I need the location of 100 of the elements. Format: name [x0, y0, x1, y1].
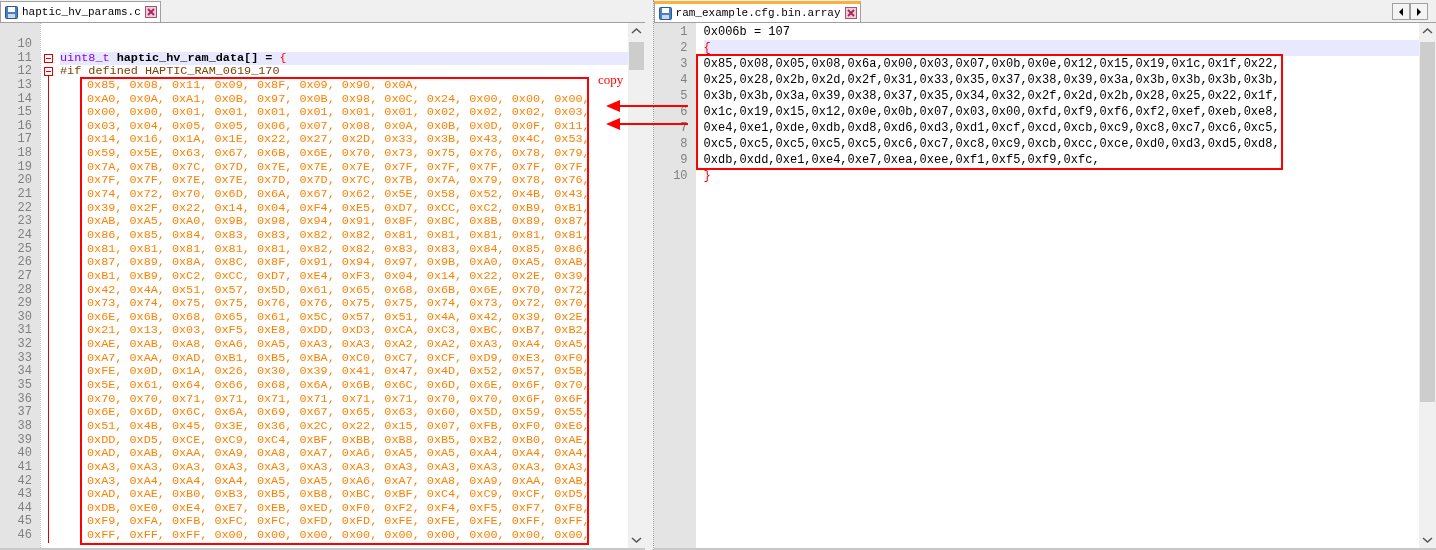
hex-line: 0xF9, 0xFA, 0xFB, 0xFC, 0xFC, 0xFD, 0xFD, 0xFE, 0xFE, 0xFE, 0xFF, 0xFF, [87, 515, 587, 530]
line-number: 35 [16, 379, 33, 393]
hex-line: 0x6E, 0x6D, 0x6C, 0x6A, 0x69, 0x67, 0x65, 0x63, 0x60, 0x5D, 0x59, 0x55, [87, 406, 587, 420]
hex-line: 0x87, 0x89, 0x8A, 0x8C, 0x8F, 0x91, 0x94, 0x97, 0x9B, 0xA0, 0xA5, 0xAB, [87, 256, 587, 270]
hex-line: 0x3b,0x3b,0x3a,0x39,0x38,0x37,0x35,0x34,0x32,0x2f,0x2d,0x2b,0x28,0x25,0x22,0x1f, [703, 88, 1281, 104]
line-number: 12 [16, 65, 33, 79]
line-number: 10 [16, 38, 33, 52]
hex-line: 0xAD, 0xAB, 0xAA, 0xA9, 0xA8, 0xA7, 0xA6, 0xA5, 0xA5, 0xA4, 0xA4, 0xA4, [87, 447, 587, 461]
scroll-right-button[interactable] [1410, 3, 1428, 20]
hex-line: 0xAB, 0xA5, 0xA0, 0x9B, 0x98, 0x94, 0x91, 0x8F, 0x8C, 0x8B, 0x89, 0x87, [87, 215, 587, 229]
line-number: 17 [16, 133, 33, 147]
line-number: 10 [672, 168, 689, 184]
close-icon[interactable] [144, 6, 157, 18]
scroll-thumb[interactable] [628, 42, 644, 70]
hex-line: 0xAD, 0xAE, 0xB0, 0xB3, 0xB5, 0xB8, 0xBC, 0xBF, 0xC4, 0xC9, 0xCF, 0xD5, [87, 488, 587, 502]
hex-line: 0x1c,0x19,0x15,0x12,0x0e,0x0b,0x07,0x03,0x00,0xfd,0xf9,0xf6,0xf2,0xef,0xeb,0xe8, [703, 104, 1281, 120]
file-tab[interactable]: ram_example.cfg.bin.array [653, 1, 861, 22]
hex-line: 0x03, 0x04, 0x05, 0x05, 0x06, 0x07, 0x08, 0x0A, 0x0B, 0x0D, 0x0F, 0x11, [87, 119, 587, 134]
annotation-label: copy [598, 72, 624, 88]
line-number: 13 [16, 78, 33, 93]
right-arrow-icon [1416, 7, 1422, 16]
hex-line: 0xFF, 0xFF, 0xFF, 0x00, 0x00, 0x00, 0x00, 0x00, 0x00, 0x00, 0x00, 0x00, [87, 529, 587, 543]
line-number: 38 [16, 419, 33, 434]
hex-line: 0x21, 0x13, 0x03, 0xF5, 0xE8, 0xDD, 0xD3, 0xCA, 0xC3, 0xBC, 0xB7, 0xB2, [87, 324, 587, 339]
line-number: 41 [16, 460, 33, 475]
code-line: } [703, 168, 712, 184]
line-number: 2 [679, 40, 689, 56]
hex-line: 0x6E, 0x6B, 0x68, 0x65, 0x61, 0x5C, 0x57, 0x51, 0x4A, 0x42, 0x39, 0x2E, [87, 310, 587, 325]
line-number: 22 [16, 201, 33, 215]
hex-line: 0x86, 0x85, 0x84, 0x83, 0x83, 0x82, 0x82, 0x81, 0x81, 0x81, 0x81, 0x81, [87, 228, 587, 243]
line-number: 46 [16, 529, 33, 543]
hex-line: 0x00, 0x00, 0x01, 0x01, 0x01, 0x01, 0x01, 0x01, 0x02, 0x02, 0x02, 0x03, [87, 106, 587, 120]
line-number: 5 [679, 88, 689, 104]
scrollbar[interactable] [627, 23, 645, 548]
hex-line: 0xA3, 0xA3, 0xA3, 0xA3, 0xA3, 0xA3, 0xA3, 0xA3, 0xA3, 0xA3, 0xA3, 0xA3, [87, 460, 587, 475]
line-number: 31 [16, 324, 33, 338]
hex-line: 0x81, 0x81, 0x81, 0x81, 0x81, 0x82, 0x82, 0x83, 0x83, 0x84, 0x85, 0x86, [87, 242, 587, 257]
hex-line: 0xA7, 0xAA, 0xAD, 0xB1, 0xB5, 0xBA, 0xC0, 0xC7, 0xCF, 0xD9, 0xE3, 0xF0, [87, 351, 587, 366]
line-number: 18 [16, 147, 33, 161]
hex-line: 0xAE, 0xAB, 0xA8, 0xA6, 0xA5, 0xA3, 0xA3, 0xA2, 0xA2, 0xA3, 0xA4, 0xA5, [87, 338, 587, 352]
hex-line: 0x7F, 0x7F, 0x7E, 0x7E, 0x7D, 0x7D, 0x7C, 0x7B, 0x7A, 0x79, 0x78, 0x76, [87, 174, 587, 189]
arrow-icon [606, 118, 689, 130]
line-number: 42 [16, 474, 33, 488]
hex-line: 0x73, 0x74, 0x75, 0x75, 0x76, 0x76, 0x75, 0x75, 0x74, 0x73, 0x72, 0x70, [87, 297, 587, 311]
line-number: 45 [16, 515, 33, 529]
save-icon [658, 6, 672, 20]
line-number: 43 [16, 488, 33, 502]
line-number: 39 [16, 433, 33, 447]
line-number: 19 [16, 160, 33, 174]
line-number: 9 [679, 152, 689, 168]
line-number: 4 [679, 72, 689, 88]
line-number: 20 [16, 174, 33, 188]
left-arrow-icon [1398, 7, 1404, 16]
line-number: 15 [16, 106, 33, 120]
line-number: 1 [679, 24, 689, 40]
hex-line: 0x51, 0x4B, 0x45, 0x3E, 0x36, 0x2C, 0x22, 0x15, 0x07, 0xFB, 0xF0, 0xE6, [87, 419, 587, 434]
hex-line: 0x5E, 0x61, 0x64, 0x66, 0x68, 0x6A, 0x6B, 0x6C, 0x6D, 0x6E, 0x6F, 0x70, [87, 379, 587, 393]
close-icon[interactable] [844, 7, 857, 19]
scroll-left-button[interactable] [1392, 3, 1410, 20]
hex-line: 0xc5,0xc5,0xc5,0xc5,0xc5,0xc6,0xc7,0xc8,0xc9,0xcb,0xcc,0xce,0xd0,0xd3,0xd5,0xd8, [703, 136, 1281, 152]
hex-line: 0xDB, 0xE0, 0xE4, 0xE7, 0xEB, 0xED, 0xF0, 0xF2, 0xF4, 0xF5, 0xF7, 0xF8, [87, 501, 587, 516]
line-number: 32 [16, 338, 33, 352]
line-number: 44 [16, 501, 33, 515]
line-number: 40 [16, 447, 33, 461]
line-number: 14 [16, 92, 33, 106]
hex-line: 0x25,0x28,0x2b,0x2d,0x2f,0x31,0x33,0x35,0x37,0x38,0x39,0x3a,0x3b,0x3b,0x3b,0x3b, [703, 72, 1281, 88]
hex-line: 0x39, 0x2F, 0x22, 0x14, 0x04, 0xF4, 0xE5, 0xD7, 0xCC, 0xC2, 0xB9, 0xB1, [87, 201, 587, 216]
code-line: #if defined HAPTIC_RAM_0619_170 [60, 65, 281, 79]
line-number: 26 [16, 256, 33, 270]
line-number: 29 [16, 297, 33, 311]
file-tab[interactable]: haptic_hv_params.c [0, 1, 161, 22]
hex-line: 0xA3, 0xA4, 0xA4, 0xA4, 0xA5, 0xA5, 0xA6, 0xA7, 0xA8, 0xA9, 0xAA, 0xAB, [87, 474, 587, 489]
scroll-thumb[interactable] [1420, 42, 1435, 402]
hex-line: 0xe4,0xe1,0xde,0xdb,0xd8,0xd6,0xd3,0xd1,0xcf,0xcd,0xcb,0xc9,0xc8,0xc7,0xc6,0xc5, [703, 120, 1281, 136]
line-number: 25 [16, 242, 33, 256]
line-number: 23 [16, 215, 33, 229]
hex-line: 0x74, 0x72, 0x70, 0x6D, 0x6A, 0x67, 0x62, 0x5E, 0x58, 0x52, 0x4B, 0x43, [87, 188, 587, 202]
hex-line: 0x85, 0x08, 0x11, 0x09, 0x8F, 0x09, 0x90, 0x0A, [87, 78, 421, 93]
line-number: 37 [16, 406, 33, 420]
hex-line: 0x59, 0x5E, 0x63, 0x67, 0x6B, 0x6E, 0x70, 0x73, 0x75, 0x76, 0x78, 0x79, [87, 147, 587, 161]
hex-line: 0xFE, 0x0D, 0x1A, 0x26, 0x30, 0x39, 0x41, 0x47, 0x4D, 0x52, 0x57, 0x5B, [87, 365, 587, 379]
line-number: 24 [16, 228, 33, 243]
fold-minus-icon[interactable] [44, 67, 53, 77]
line-number: 27 [16, 269, 33, 284]
line-number: 30 [16, 310, 33, 324]
scrollbar[interactable] [1419, 23, 1436, 548]
hex-line: 0xA0, 0x0A, 0xA1, 0x0B, 0x97, 0x0B, 0x98, 0x0C, 0x24, 0x00, 0x00, 0x00, [87, 92, 587, 107]
line-number: 11 [16, 51, 33, 65]
line-number: 33 [16, 351, 33, 365]
line-number: 3 [679, 56, 689, 72]
line-number: 28 [16, 283, 33, 297]
hex-line: 0x85,0x08,0x05,0x08,0x6a,0x00,0x03,0x07,0x0b,0x0e,0x12,0x15,0x19,0x1c,0x1f,0x22, [703, 56, 1281, 72]
hex-line: 0x70, 0x70, 0x71, 0x71, 0x71, 0x71, 0x71, 0x71, 0x70, 0x70, 0x6F, 0x6F, [87, 392, 587, 407]
hex-line: 0x7A, 0x7B, 0x7C, 0x7D, 0x7E, 0x7E, 0x7E, 0x7F, 0x7F, 0x7F, 0x7F, 0x7F, [87, 160, 587, 175]
hex-line: 0xdb,0xdd,0xe1,0xe4,0xe7,0xea,0xee,0xf1,0xf5,0xf9,0xfc, [703, 152, 1101, 168]
line-number: 36 [16, 392, 33, 406]
fold-minus-icon[interactable] [44, 53, 53, 63]
hex-line: 0xDD, 0xD5, 0xCE, 0xC9, 0xC4, 0xBF, 0xBB, 0xB8, 0xB5, 0xB2, 0xB0, 0xAE, [87, 433, 587, 448]
line-number: 34 [16, 365, 33, 379]
line-number: 8 [679, 136, 689, 152]
